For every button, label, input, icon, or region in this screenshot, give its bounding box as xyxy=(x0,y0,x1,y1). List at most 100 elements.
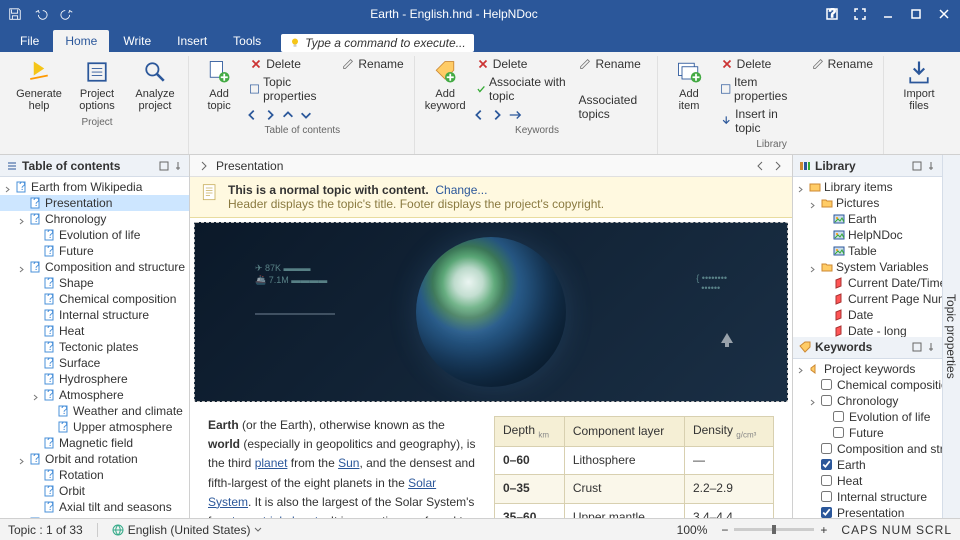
pin-icon[interactable] xyxy=(926,342,936,352)
toc-item[interactable]: ?Hydrosphere xyxy=(0,371,189,387)
move-up-icon[interactable] xyxy=(281,108,295,122)
close-button[interactable] xyxy=(932,2,956,26)
pin-icon[interactable] xyxy=(173,161,183,171)
toc-tree[interactable]: ?Earth from Wikipedia?Presentation?Chron… xyxy=(0,177,189,518)
toc-item[interactable]: ?Orbit and rotation xyxy=(0,451,189,467)
keyword-item[interactable]: Earth xyxy=(793,457,942,473)
zoom-level[interactable]: 100% xyxy=(677,523,708,537)
maximize-panel-icon[interactable] xyxy=(912,342,922,352)
tab-file[interactable]: File xyxy=(8,30,51,52)
toc-rename-button[interactable]: Rename xyxy=(337,56,407,72)
move-right-icon[interactable] xyxy=(263,108,277,122)
toc-item[interactable]: ?Composition and structure xyxy=(0,259,189,275)
lib-insert-button[interactable]: Insert in topic xyxy=(716,106,803,136)
toc-item[interactable]: ?Chemical composition xyxy=(0,291,189,307)
maximize-button[interactable] xyxy=(904,2,928,26)
nav-back-icon[interactable] xyxy=(754,160,766,172)
add-libitem-button[interactable]: Additem xyxy=(666,56,711,114)
chevron-right-icon[interactable] xyxy=(198,160,210,172)
library-item[interactable]: Table xyxy=(793,243,942,259)
link-sun[interactable]: Sun xyxy=(338,456,359,470)
library-item[interactable]: Date - long xyxy=(793,323,942,337)
library-item[interactable]: System Variables xyxy=(793,259,942,275)
kw-delete-button[interactable]: Delete xyxy=(472,56,571,72)
toc-item[interactable]: ?Upper atmosphere xyxy=(0,419,189,435)
link-planet[interactable]: planet xyxy=(255,456,288,470)
qat-undo-button[interactable] xyxy=(30,3,52,25)
add-keyword-button[interactable]: Addkeyword xyxy=(423,56,468,114)
zoom-slider[interactable]: − + xyxy=(721,523,827,537)
qat-save-button[interactable] xyxy=(4,3,26,25)
toc-item[interactable]: ?Heat xyxy=(0,323,189,339)
generate-help-button[interactable]: Generatehelp xyxy=(12,56,66,114)
toc-item[interactable]: ?Chronology xyxy=(0,211,189,227)
kw-assoctopics-button[interactable]: Associated topics xyxy=(574,92,651,122)
zoom-out-icon[interactable]: − xyxy=(721,523,728,537)
toc-item[interactable]: ?Evolution of life xyxy=(0,227,189,243)
toc-item[interactable]: ?Axial tilt and seasons xyxy=(0,499,189,515)
keyword-item[interactable]: Internal structure xyxy=(793,489,942,505)
zoom-in-icon[interactable]: + xyxy=(820,523,827,537)
toc-item[interactable]: ?Tectonic plates xyxy=(0,339,189,355)
move-left-icon[interactable] xyxy=(245,108,259,122)
maximize-panel-icon[interactable] xyxy=(159,161,169,171)
kw-left-icon[interactable] xyxy=(472,108,486,122)
kw-assoc-button[interactable]: Associate with topic xyxy=(472,74,571,104)
keyword-item[interactable]: Heat xyxy=(793,473,942,489)
library-item[interactable]: Current Page Number xyxy=(793,291,942,307)
library-item[interactable]: Pictures xyxy=(793,195,942,211)
keyword-item[interactable]: Future xyxy=(793,425,942,441)
library-item[interactable]: Date xyxy=(793,307,942,323)
toc-item[interactable]: ?Surface xyxy=(0,355,189,371)
library-tree[interactable]: Library itemsPicturesEarthHelpNDocTableS… xyxy=(793,177,942,337)
kw-rename-button[interactable]: Rename xyxy=(574,56,651,72)
toc-item[interactable]: ?Earth from Wikipedia xyxy=(0,179,189,195)
library-item[interactable]: Earth xyxy=(793,211,942,227)
toc-item[interactable]: ?Future xyxy=(0,243,189,259)
tellme-search[interactable]: Type a command to execute... xyxy=(281,34,474,52)
move-down-icon[interactable] xyxy=(299,108,313,122)
toc-item[interactable]: ?Atmosphere xyxy=(0,387,189,403)
import-files-button[interactable]: Importfiles xyxy=(892,56,946,114)
toc-item[interactable]: ?Internal structure xyxy=(0,307,189,323)
keyword-item[interactable]: Chemical composition xyxy=(793,377,942,393)
keyword-item[interactable]: Chronology xyxy=(793,393,942,409)
toc-item[interactable]: ?Magnetic field xyxy=(0,435,189,451)
add-topic-button[interactable]: Addtopic xyxy=(197,56,241,114)
status-language[interactable]: English (United States) xyxy=(112,523,263,537)
link-terrestrial[interactable]: terrestrial planets xyxy=(232,514,324,518)
toc-item[interactable]: ?Orbit xyxy=(0,483,189,499)
help-button[interactable]: ? xyxy=(820,2,844,26)
minimize-button[interactable] xyxy=(876,2,900,26)
tab-write[interactable]: Write xyxy=(111,30,163,52)
fullscreen-button[interactable] xyxy=(848,2,872,26)
toc-item[interactable]: ?Rotation xyxy=(0,467,189,483)
qat-redo-button[interactable] xyxy=(56,3,78,25)
sidetab-topic-properties[interactable]: Topic properties xyxy=(942,155,960,518)
toc-item[interactable]: ?Weather and climate xyxy=(0,403,189,419)
library-item[interactable]: HelpNDoc xyxy=(793,227,942,243)
keyword-item[interactable]: Composition and structure xyxy=(793,441,942,457)
lib-delete-button[interactable]: Delete xyxy=(716,56,803,72)
tab-insert[interactable]: Insert xyxy=(165,30,219,52)
toc-item[interactable]: ?Presentation xyxy=(0,195,189,211)
keyword-item[interactable]: Project keywords xyxy=(793,361,942,377)
keyword-item[interactable]: Presentation xyxy=(793,505,942,519)
toc-props-button[interactable]: Topic properties xyxy=(245,74,333,104)
lib-rename-button[interactable]: Rename xyxy=(807,56,877,72)
keyword-item[interactable]: Evolution of life xyxy=(793,409,942,425)
lib-props-button[interactable]: Item properties xyxy=(716,74,803,104)
library-item[interactable]: Library items xyxy=(793,179,942,195)
keywords-tree[interactable]: Project keywordsChemical compositionChro… xyxy=(793,359,942,519)
toc-item[interactable]: ?Shape xyxy=(0,275,189,291)
analyze-project-button[interactable]: Analyzeproject xyxy=(128,56,182,114)
toc-delete-button[interactable]: Delete xyxy=(245,56,333,72)
change-link[interactable]: Change... xyxy=(435,183,487,197)
library-item[interactable]: Current Date/Time xyxy=(793,275,942,291)
pin-icon[interactable] xyxy=(926,161,936,171)
project-options-button[interactable]: Projectoptions xyxy=(70,56,124,114)
tab-tools[interactable]: Tools xyxy=(221,30,273,52)
editor-area[interactable]: ✈ 87K ▬▬▬ 🚢 7.1M ▬▬▬▬ { •••••••• •••••• … xyxy=(190,218,792,518)
tab-home[interactable]: Home xyxy=(53,30,109,52)
kw-right-icon[interactable] xyxy=(490,108,504,122)
